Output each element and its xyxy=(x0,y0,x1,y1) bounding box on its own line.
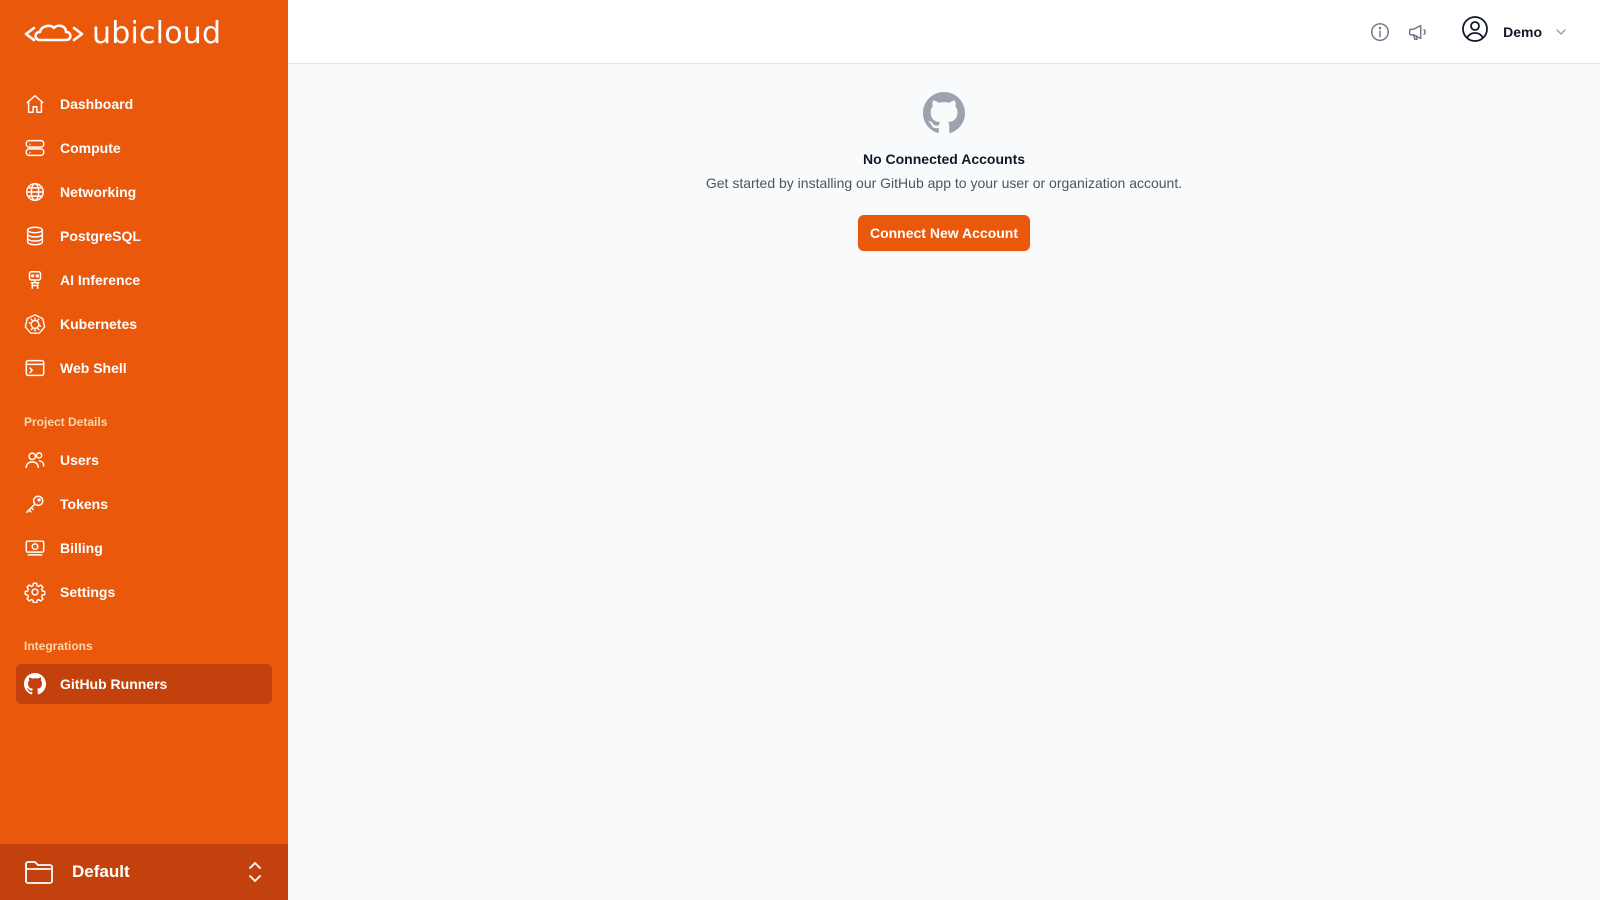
users-icon xyxy=(24,449,46,471)
sidebar-item-web-shell[interactable]: Web Shell xyxy=(16,348,272,388)
database-icon xyxy=(24,225,46,247)
brand-name: ubicloud xyxy=(92,16,222,51)
sidebar-nav: Dashboard Compute Networking PostgreSQL xyxy=(16,84,272,708)
sidebar-item-label: Billing xyxy=(60,540,103,556)
sidebar-item-label: AI Inference xyxy=(60,272,141,288)
banknote-icon xyxy=(24,537,46,559)
github-icon xyxy=(923,92,965,139)
project-name: Default xyxy=(72,862,130,881)
sidebar: ubicloud Dashboard Compute Networking Po… xyxy=(0,0,288,900)
section-label-integrations: Integrations xyxy=(24,639,93,653)
sidebar-item-settings[interactable]: Settings xyxy=(16,572,272,612)
sidebar-item-label: Compute xyxy=(60,140,121,156)
main-area: Demo No Connected Accounts Get started b… xyxy=(288,0,1600,900)
empty-state-title: No Connected Accounts xyxy=(862,151,1026,167)
gear-icon xyxy=(24,581,46,603)
user-circle-icon xyxy=(1461,15,1489,48)
sidebar-item-label: Networking xyxy=(60,184,137,200)
sidebar-item-label: Kubernetes xyxy=(60,316,138,332)
sidebar-item-billing[interactable]: Billing xyxy=(16,528,272,568)
project-switcher[interactable]: Default xyxy=(0,844,288,900)
chevron-up-down-icon xyxy=(249,862,261,882)
empty-state: No Connected Accounts Get started by ins… xyxy=(288,92,1600,251)
app-root: ubicloud Dashboard Compute Networking Po… xyxy=(0,0,1600,900)
sidebar-item-label: GitHub Runners xyxy=(60,676,168,692)
github-icon xyxy=(24,673,46,695)
terminal-icon xyxy=(24,357,46,379)
sidebar-item-networking[interactable]: Networking xyxy=(16,172,272,212)
sidebar-item-compute[interactable]: Compute xyxy=(16,128,272,168)
megaphone-icon[interactable] xyxy=(1407,21,1429,43)
key-icon xyxy=(24,493,46,515)
globe-icon xyxy=(24,181,46,203)
connect-new-account-button[interactable]: Connect New Account xyxy=(857,215,1031,251)
sidebar-item-label: Settings xyxy=(60,584,116,600)
user-menu[interactable]: Demo xyxy=(1461,15,1568,48)
sidebar-item-postgresql[interactable]: PostgreSQL xyxy=(16,216,272,256)
sidebar-item-ai-inference[interactable]: AI Inference xyxy=(16,260,272,300)
sidebar-item-label: Web Shell xyxy=(60,360,127,376)
sidebar-item-tokens[interactable]: Tokens xyxy=(16,484,272,524)
topbar: Demo xyxy=(288,0,1600,64)
sidebar-item-label: Users xyxy=(60,452,99,468)
content: No Connected Accounts Get started by ins… xyxy=(288,64,1600,900)
chevron-down-icon xyxy=(1554,25,1568,39)
folder-icon xyxy=(25,861,53,884)
sidebar-item-github-runners[interactable]: GitHub Runners xyxy=(16,664,272,704)
section-label-project-details: Project Details xyxy=(24,415,108,429)
sidebar-item-dashboard[interactable]: Dashboard xyxy=(16,84,272,124)
sidebar-item-kubernetes[interactable]: Kubernetes xyxy=(16,304,272,344)
home-icon xyxy=(24,93,46,115)
sidebar-item-label: Tokens xyxy=(60,496,108,512)
server-icon xyxy=(24,137,46,159)
kubernetes-icon xyxy=(24,313,46,335)
empty-state-description: Get started by installing our GitHub app… xyxy=(705,175,1183,191)
robot-icon xyxy=(24,269,46,291)
info-icon[interactable] xyxy=(1369,21,1391,43)
sidebar-item-users[interactable]: Users xyxy=(16,440,272,480)
ubicloud-logo-icon xyxy=(24,23,84,41)
sidebar-item-label: PostgreSQL xyxy=(60,228,141,244)
sidebar-item-label: Dashboard xyxy=(60,96,134,112)
user-name: Demo xyxy=(1503,23,1542,40)
logo[interactable]: ubicloud xyxy=(24,16,221,51)
